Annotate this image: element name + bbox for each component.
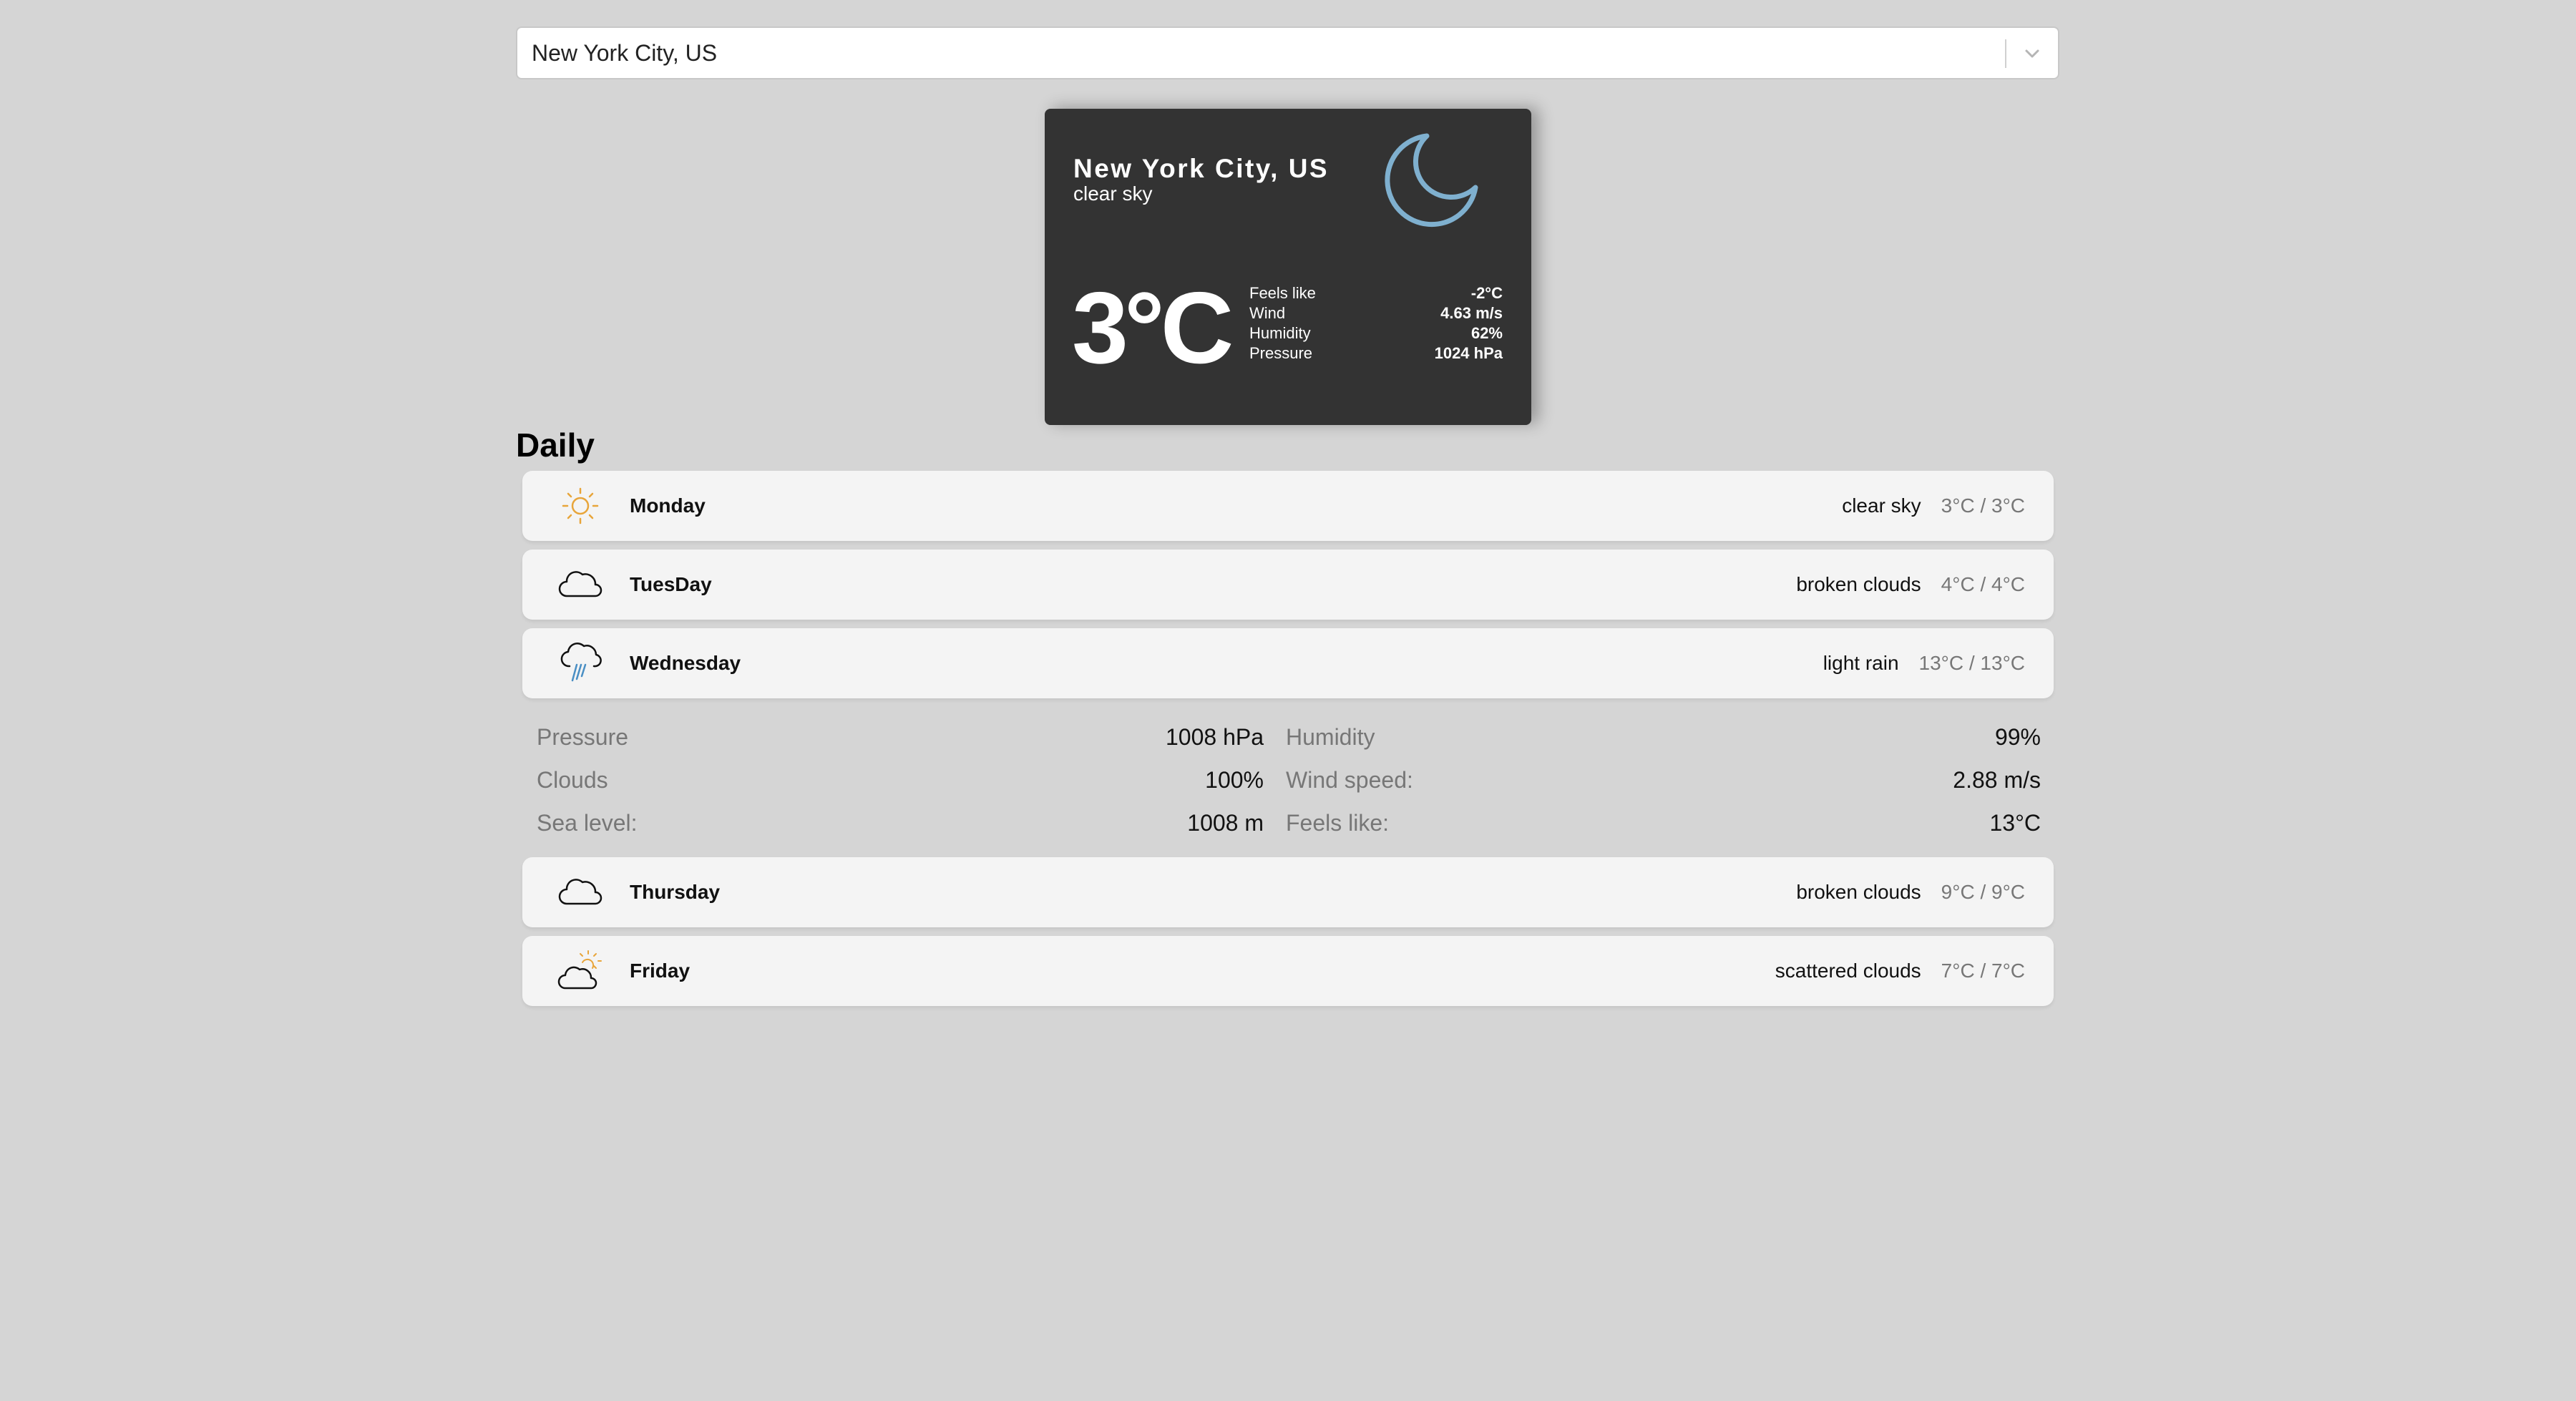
sun-icon [555, 483, 605, 529]
day-name: TuesDay [630, 573, 712, 595]
detail-clouds: Clouds 100% [537, 758, 1264, 801]
day-summary: broken clouds 9°C / 9°C [1796, 857, 2025, 927]
day-name: Friday [630, 960, 691, 982]
chevron-down-icon[interactable] [2019, 39, 2045, 68]
moon-icon [1375, 130, 1483, 238]
current-city: New York City, US [1073, 154, 1330, 183]
detail-sea-level: Sea level: 1008 m [537, 801, 1264, 844]
day-summary: broken clouds 4°C / 4°C [1796, 550, 2025, 620]
day-name: Wednesday [630, 652, 741, 674]
day-summary: scattered clouds 7°C / 7°C [1775, 936, 2025, 1006]
current-weather-card: New York City, US clear sky 3°C Feels li… [1045, 109, 1531, 425]
daily-title: Daily [516, 426, 595, 464]
detail-label: Humidity [1286, 724, 1375, 750]
day-description: broken clouds [1796, 573, 1921, 595]
day-row-monday[interactable]: Monday clear sky 3°C / 3°C [522, 471, 2054, 541]
day-temps: 13°C / 13°C [1918, 652, 2025, 674]
select-separator [2005, 39, 2006, 68]
detail-label: Clouds [537, 767, 608, 793]
day-temps: 9°C / 9°C [1941, 881, 2025, 903]
day-row-wednesday[interactable]: Wednesday light rain 13°C / 13°C [522, 628, 2054, 698]
city-search-value[interactable]: New York City, US [532, 28, 717, 78]
cloud-icon [555, 869, 605, 915]
detail-wind: Wind 4.63 m/s [1249, 303, 1503, 323]
detail-value: 62% [1470, 324, 1503, 342]
current-details: Feels like -2°C Wind 4.63 m/s Humidity 6… [1249, 283, 1503, 363]
detail-label: Feels like [1249, 284, 1316, 302]
day-temps: 4°C / 4°C [1941, 573, 2025, 595]
detail-value: 2.88 m/s [1953, 767, 2041, 793]
detail-value: 1024 hPa [1434, 344, 1503, 362]
detail-value: -2°C [1470, 284, 1503, 302]
detail-value: 99% [1994, 724, 2041, 750]
day-temps: 3°C / 3°C [1941, 494, 2025, 517]
day-details-expanded: Pressure 1008 hPa Humidity 99% Clouds 10… [537, 716, 2041, 844]
detail-value: 4.63 m/s [1440, 304, 1503, 322]
detail-value: 13°C [1989, 810, 2041, 836]
detail-label: Humidity [1249, 324, 1311, 342]
day-description: clear sky [1842, 494, 1921, 517]
details-row: Pressure 1008 hPa Humidity 99% [537, 716, 2041, 758]
day-temps: 7°C / 7°C [1941, 960, 2025, 982]
rain-cloud-icon [555, 640, 605, 686]
cloud-icon [555, 562, 605, 607]
sun-cloud-icon [555, 948, 605, 994]
detail-humidity: Humidity 62% [1249, 323, 1503, 343]
day-description: scattered clouds [1775, 960, 1921, 982]
detail-value: 1008 hPa [1165, 724, 1264, 750]
day-row-tuesday[interactable]: TuesDay broken clouds 4°C / 4°C [522, 550, 2054, 620]
detail-feels-like: Feels like: 13°C [1286, 801, 2041, 844]
detail-label: Pressure [537, 724, 629, 750]
day-description: broken clouds [1796, 881, 1921, 903]
detail-label: Wind speed: [1286, 767, 1413, 793]
day-summary: clear sky 3°C / 3°C [1842, 471, 2025, 541]
detail-pressure: Pressure 1008 hPa [537, 716, 1264, 758]
detail-label: Sea level: [537, 810, 638, 836]
detail-value: 100% [1205, 767, 1264, 793]
detail-label: Wind [1249, 304, 1286, 322]
detail-feels-like: Feels like -2°C [1249, 283, 1503, 303]
detail-value: 1008 m [1187, 810, 1264, 836]
city-search-select[interactable]: New York City, US [516, 26, 2059, 79]
detail-label: Feels like: [1286, 810, 1390, 836]
day-description: light rain [1823, 652, 1899, 674]
day-name: Thursday [630, 881, 721, 903]
detail-wind-speed: Wind speed: 2.88 m/s [1286, 758, 2041, 801]
details-row: Clouds 100% Wind speed: 2.88 m/s [537, 758, 2041, 801]
detail-pressure: Pressure 1024 hPa [1249, 343, 1503, 363]
current-description: clear sky [1073, 182, 1153, 205]
day-summary: light rain 13°C / 13°C [1823, 628, 2025, 698]
current-temperature: 3°C [1072, 271, 1234, 385]
day-row-friday[interactable]: Friday scattered clouds 7°C / 7°C [522, 936, 2054, 1006]
day-name: Monday [630, 494, 706, 517]
detail-humidity: Humidity 99% [1286, 716, 2041, 758]
detail-label: Pressure [1249, 344, 1313, 362]
details-row: Sea level: 1008 m Feels like: 13°C [537, 801, 2041, 844]
day-row-thursday[interactable]: Thursday broken clouds 9°C / 9°C [522, 857, 2054, 927]
